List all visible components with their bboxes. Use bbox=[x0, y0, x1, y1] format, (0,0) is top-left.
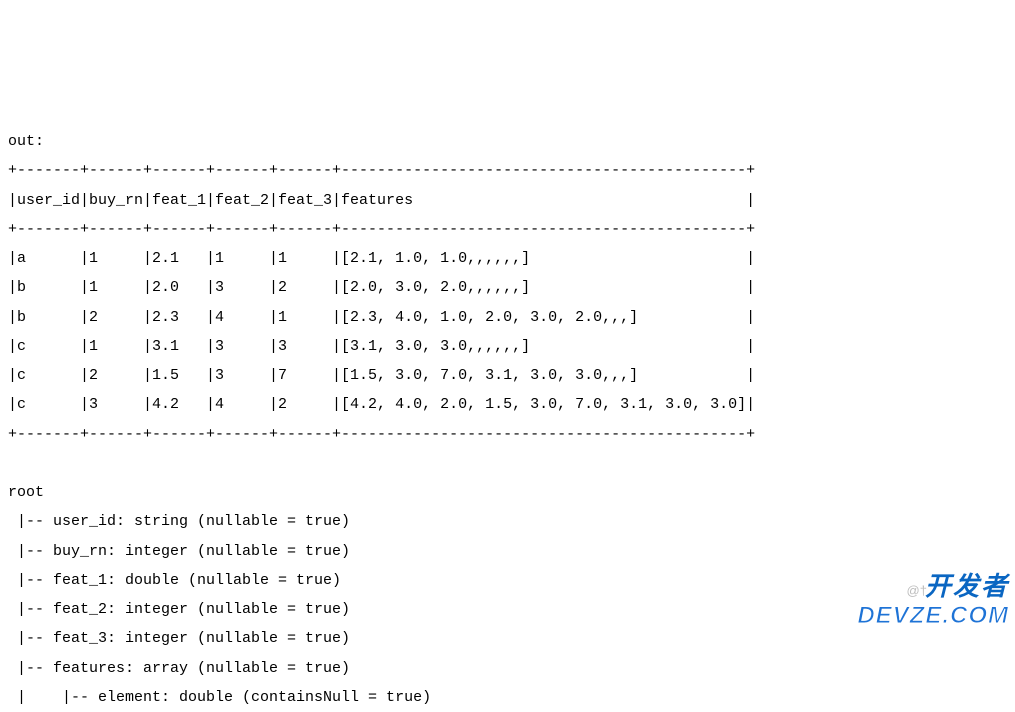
watermark-sig: @† bbox=[907, 583, 927, 598]
watermark-cn: 开发者 bbox=[925, 571, 1009, 601]
table-row: |a |1 |2.1 |1 |1 |[2.1, 1.0, 1.0,,,,,,] … bbox=[8, 250, 755, 267]
table-header: |user_id|buy_rn|feat_1|feat_2|feat_3|fea… bbox=[8, 192, 755, 209]
table-row: |c |1 |3.1 |3 |3 |[3.1, 3.0, 3.0,,,,,,] … bbox=[8, 338, 755, 355]
output-label: out: bbox=[8, 133, 44, 150]
table-row: |b |2 |2.3 |4 |1 |[2.3, 4.0, 1.0, 2.0, 3… bbox=[8, 309, 755, 326]
table-row: |b |1 |2.0 |3 |2 |[2.0, 3.0, 2.0,,,,,,] … bbox=[8, 279, 755, 296]
table-border-top: +-------+------+------+------+------+---… bbox=[8, 162, 755, 179]
table-row: |c |3 |4.2 |4 |2 |[4.2, 4.0, 2.0, 1.5, 3… bbox=[8, 396, 755, 413]
schema-line: |-- feat_3: integer (nullable = true) bbox=[8, 630, 350, 647]
schema-line: |-- feat_1: double (nullable = true) bbox=[8, 572, 341, 589]
table-border-mid: +-------+------+------+------+------+---… bbox=[8, 221, 755, 238]
table-row: |c |2 |1.5 |3 |7 |[1.5, 3.0, 7.0, 3.1, 3… bbox=[8, 367, 755, 384]
schema-line: |-- user_id: string (nullable = true) bbox=[8, 513, 350, 530]
table-border-bot: +-------+------+------+------+------+---… bbox=[8, 426, 755, 443]
schema-line: |-- features: array (nullable = true) bbox=[8, 660, 350, 677]
schema-line: |-- feat_2: integer (nullable = true) bbox=[8, 601, 350, 618]
schema-root: root bbox=[8, 484, 44, 501]
watermark-lat: DEVZE.COM bbox=[857, 602, 1009, 629]
site-watermark: @†开发者DEVZE.COM bbox=[857, 572, 1009, 628]
schema-line: | |-- element: double (containsNull = tr… bbox=[8, 689, 431, 706]
schema-line: |-- buy_rn: integer (nullable = true) bbox=[8, 543, 350, 560]
